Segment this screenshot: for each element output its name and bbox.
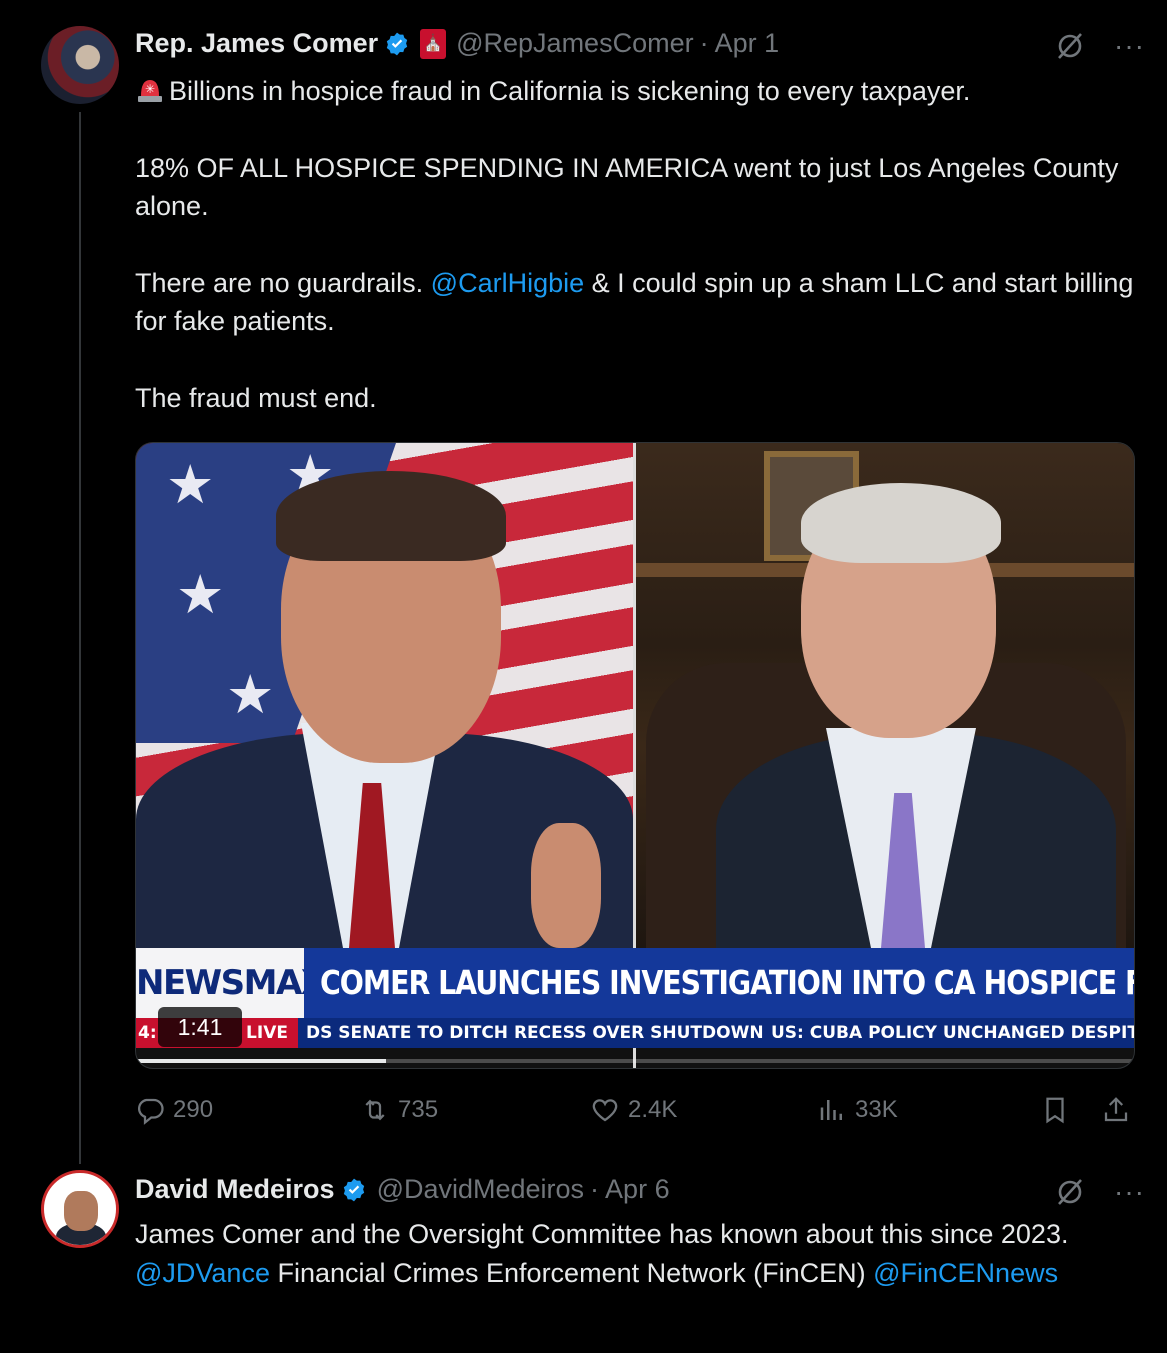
guest-hair — [801, 483, 1001, 563]
reply-count: 290 — [173, 1096, 214, 1123]
grok-icon[interactable] — [1054, 30, 1086, 62]
repost-button[interactable]: 735 — [360, 1090, 438, 1130]
bookmark-icon — [1046, 1097, 1064, 1124]
tweet2-header: David Medeiros @DavidMedeiros · Apr 6 — [135, 1174, 670, 1205]
host-hand — [531, 823, 601, 948]
separator-dot: · — [590, 1174, 600, 1204]
tweet1-paragraph-3: There are no guardrails. @CarlHigbie & I… — [135, 264, 1135, 341]
avatar-face — [64, 1191, 98, 1231]
tweet2-text-line1: James Comer and the Oversight Committee … — [135, 1219, 1069, 1249]
avatar-david-medeiros[interactable] — [41, 1170, 119, 1248]
star-shape: ★ — [226, 665, 275, 725]
author-handle[interactable]: @DavidMedeiros — [377, 1174, 584, 1205]
thread-connector-line — [79, 112, 81, 1164]
tweet1-text-p2: 18% OF ALL HOSPICE SPENDING IN AMERICA w… — [135, 152, 1126, 222]
analytics-icon — [820, 1100, 842, 1120]
mention-link[interactable]: @CarlHigbie — [431, 268, 584, 298]
mention-link[interactable]: @FinCENnews — [873, 1258, 1058, 1288]
repost-count: 735 — [398, 1096, 439, 1123]
reply-button[interactable]: 290 — [135, 1090, 213, 1130]
svg-text:✳: ✳ — [145, 82, 155, 96]
tweet1-body: ✳ Billions in hospice fraud in California… — [135, 72, 1135, 417]
news-lower-third: NEWSMAX COMER LAUNCHES INVESTIGATION INT… — [136, 948, 1134, 1018]
tweet1-paragraph-1: ✳ Billions in hospice fraud in California… — [135, 72, 1135, 111]
verified-badge-icon — [386, 32, 408, 55]
government-affiliation-badge-icon: ⛪ — [420, 28, 447, 59]
ticker-item: US: CUBA POLICY UNCHANGED DESPITE — [771, 1023, 1134, 1043]
reply-icon — [138, 1098, 164, 1125]
video-progress-fill — [136, 1059, 386, 1063]
repost-icon — [365, 1099, 385, 1121]
mention-link[interactable]: @JDVance — [135, 1258, 270, 1288]
video-right-panel-guest — [636, 443, 1134, 948]
news-headline: COMER LAUNCHES INVESTIGATION INTO CA HOS… — [320, 963, 1134, 1002]
tweet-date[interactable]: Apr 6 — [605, 1174, 670, 1205]
siren-emoji-icon: ✳ — [138, 80, 162, 102]
verified-badge-icon — [343, 1178, 364, 1201]
share-icon — [1104, 1097, 1128, 1122]
bookmark-button[interactable] — [1040, 1090, 1070, 1130]
ticker-live-label: LIVE — [236, 1018, 298, 1048]
share-button[interactable] — [1101, 1090, 1131, 1130]
tweet1-text-p4: The fraud must end. — [135, 382, 377, 413]
video-progress-bar[interactable] — [136, 1059, 1134, 1063]
tweet2-body: James Comer and the Oversight Committee … — [135, 1215, 1135, 1292]
tweet1-action-bar: 290 735 2.4K 33K — [135, 1090, 1133, 1130]
like-button[interactable]: 2.4K — [590, 1090, 677, 1130]
more-options-icon[interactable]: ··· — [1114, 1178, 1145, 1206]
grok-icon[interactable] — [1054, 1176, 1086, 1208]
host-hair — [276, 471, 506, 561]
star-shape: ★ — [176, 565, 225, 625]
view-count: 33K — [855, 1096, 898, 1123]
tweet1-text-p3-before: There are no guardrails. — [135, 267, 431, 298]
news-ticker: 4: LIVE DS SENATE TO DITCH RECESS OVER S… — [136, 1018, 1134, 1048]
heart-icon — [592, 1099, 618, 1122]
author-handle[interactable]: @RepJamesComer — [456, 28, 693, 59]
separator-dot: · — [699, 28, 709, 58]
star-shape: ★ — [166, 455, 215, 515]
ticker-item: DS SENATE TO DITCH RECESS OVER SHUTDOWN — [306, 1023, 764, 1043]
avatar-rep-james-comer[interactable] — [41, 26, 119, 104]
author-name[interactable]: David Medeiros — [135, 1174, 335, 1205]
tweet1-header-actions: ··· — [1054, 30, 1145, 62]
video-duration-badge: 1:41 — [158, 1007, 242, 1047]
author-name[interactable]: Rep. James Comer — [135, 28, 378, 59]
tweet2-header-actions: ··· — [1054, 1176, 1145, 1208]
like-count: 2.4K — [628, 1096, 678, 1123]
video-player[interactable]: ★ ★ ★ ★ NEWSMAX COMER LAUNCHES INVESTIGA… — [135, 442, 1135, 1069]
tweet-date[interactable]: Apr 1 — [715, 28, 780, 59]
views-button[interactable]: 33K — [817, 1090, 898, 1130]
tweet1-header: Rep. James Comer ⛪ @RepJamesComer · Apr … — [135, 28, 779, 59]
more-options-icon[interactable]: ··· — [1114, 32, 1145, 60]
tweet2-text-middle: Financial Crimes Enforcement Network (Fi… — [269, 1257, 874, 1288]
tweet1-text-p1: Billions in hospice fraud in California … — [169, 76, 971, 106]
video-left-panel-host: ★ ★ ★ ★ — [136, 443, 633, 948]
